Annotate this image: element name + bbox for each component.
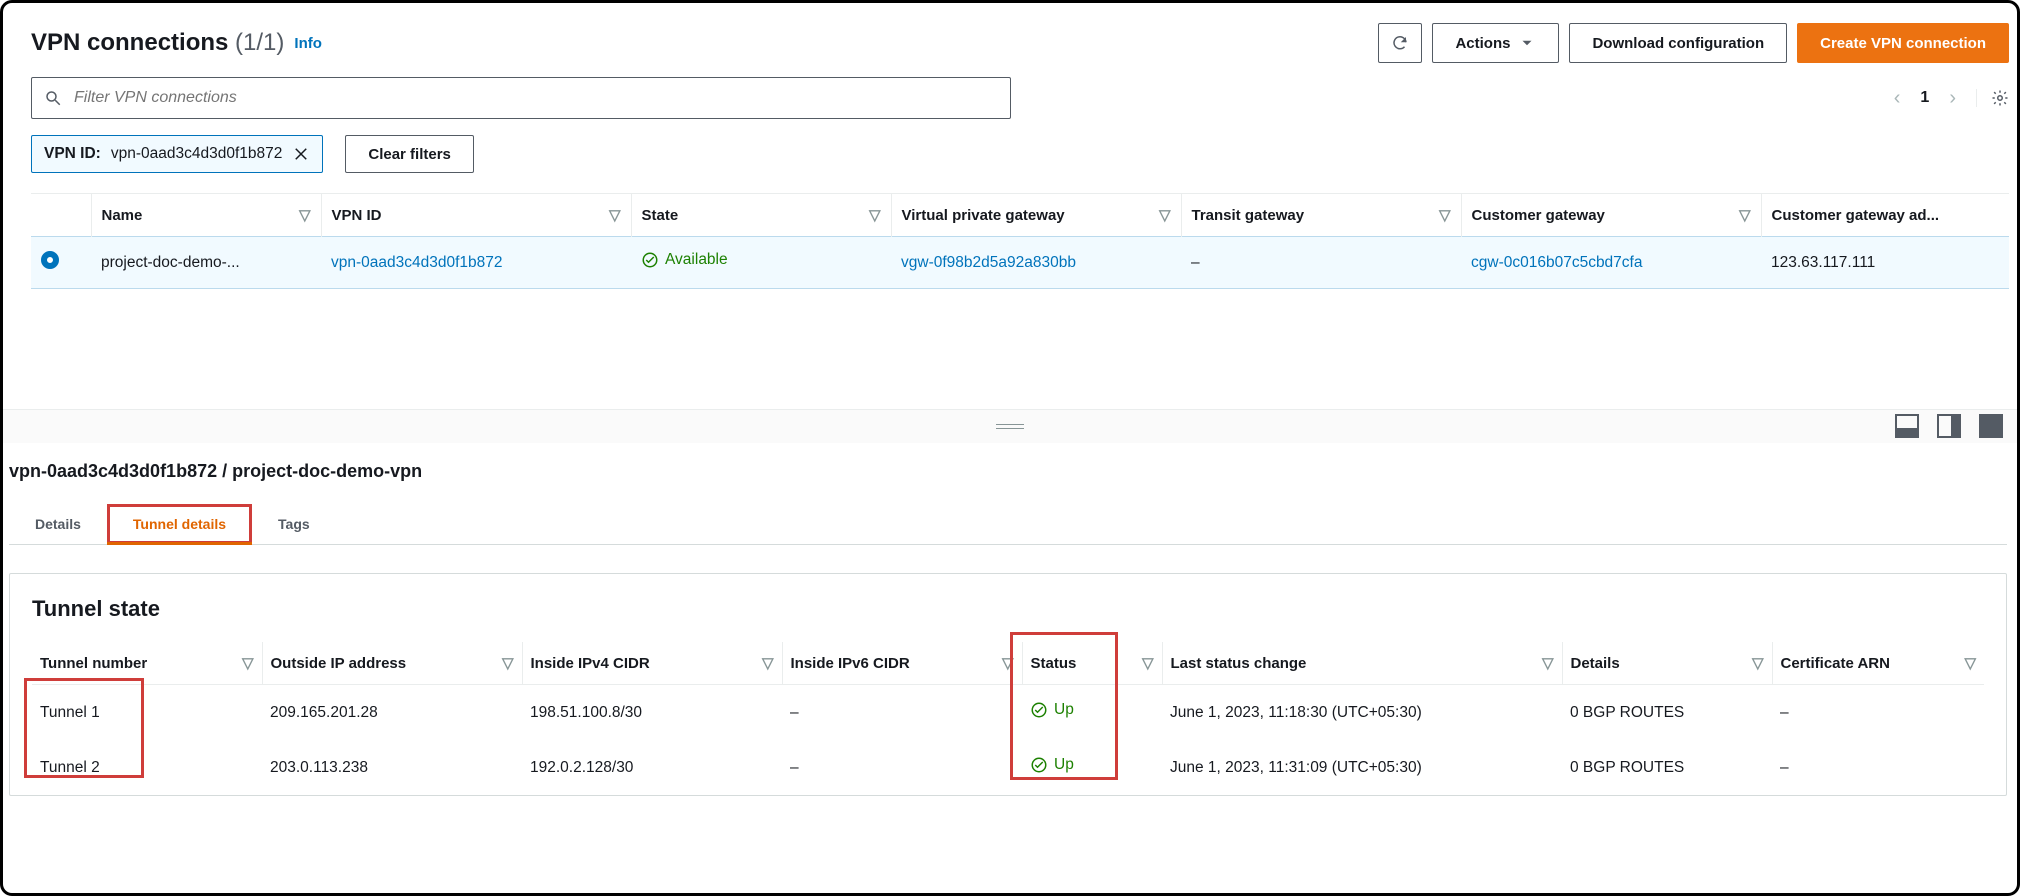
tcol-number[interactable]: Tunnel number▽ (32, 642, 262, 685)
sort-icon: ▽ (869, 206, 881, 224)
tunnel-details: 0 BGP ROUTES (1562, 685, 1772, 741)
tcol-last[interactable]: Last status change▽ (1162, 642, 1562, 685)
cell-vgw-link[interactable]: vgw-0f98b2d5a92a830bb (901, 254, 1076, 271)
sort-icon: ▽ (1439, 206, 1451, 224)
tunnel-status: Up (1030, 701, 1074, 719)
tunnel-number: Tunnel 1 (32, 685, 262, 741)
filter-chip-value: vpn-0aad3c4d3d0f1b872 (111, 145, 283, 163)
tunnel-details: 0 BGP ROUTES (1562, 740, 1772, 795)
tab-tags[interactable]: Tags (252, 504, 336, 544)
layout-bottom-button[interactable] (1895, 414, 1919, 438)
close-icon (292, 145, 310, 163)
refresh-icon (1391, 34, 1409, 52)
sort-icon: ▽ (1542, 654, 1554, 672)
check-circle-icon (1030, 756, 1048, 774)
filter-chip-key: VPN ID: (44, 145, 101, 163)
tunnel-cert: – (1772, 740, 1984, 795)
clear-filters-button[interactable]: Clear filters (345, 135, 474, 173)
create-vpn-button[interactable]: Create VPN connection (1797, 23, 2009, 63)
cell-state: Available (641, 251, 728, 269)
tcol-details[interactable]: Details▽ (1562, 642, 1772, 685)
tunnel-state-card: Tunnel state Tunnel number▽ Outside IP a… (9, 573, 2007, 796)
col-select (31, 194, 91, 237)
cell-cgw-addr: 123.63.117.111 (1761, 237, 2009, 289)
tunnel-status: Up (1030, 756, 1074, 774)
panel-splitter[interactable] (3, 409, 2017, 443)
sort-icon: ▽ (502, 654, 514, 672)
filter-input[interactable] (72, 88, 998, 108)
tcol-cert[interactable]: Certificate ARN▽ (1772, 642, 1984, 685)
cell-tgw: – (1181, 237, 1461, 289)
layout-side-button[interactable] (1937, 414, 1961, 438)
tunnel-last: June 1, 2023, 11:31:09 (UTC+05:30) (1162, 740, 1562, 795)
tunnel-inside6: – (782, 685, 1022, 741)
tcol-inside4[interactable]: Inside IPv4 CIDR▽ (522, 642, 782, 685)
search-icon (44, 89, 62, 107)
pager-prev[interactable]: ‹ (1894, 87, 1901, 110)
filter-search[interactable] (31, 77, 1011, 119)
cell-cgw-link[interactable]: cgw-0c016b07c5cbd7cfa (1471, 254, 1642, 271)
check-circle-icon (1030, 701, 1048, 719)
sort-icon: ▽ (1739, 206, 1751, 224)
tunnel-state-title: Tunnel state (32, 596, 1984, 622)
tunnel-inside4: 198.51.100.8/30 (522, 685, 782, 741)
tunnel-number: Tunnel 2 (32, 740, 262, 795)
detail-breadcrumb: vpn-0aad3c4d3d0f1b872 / project-doc-demo… (9, 461, 2007, 482)
tunnel-last: June 1, 2023, 11:18:30 (UTC+05:30) (1162, 685, 1562, 741)
pager-page: 1 (1920, 89, 1929, 107)
check-circle-icon (641, 251, 659, 269)
tunnel-row[interactable]: Tunnel 1 209.165.201.28 198.51.100.8/30 … (32, 685, 1984, 741)
caret-down-icon (1518, 34, 1536, 52)
sort-icon: ▽ (609, 206, 621, 224)
tunnel-outside: 209.165.201.28 (262, 685, 522, 741)
tunnel-inside6: – (782, 740, 1022, 795)
col-vgw[interactable]: Virtual private gateway▽ (891, 194, 1181, 237)
sort-icon: ▽ (1142, 654, 1154, 672)
table-row[interactable]: project-doc-demo-... vpn-0aad3c4d3d0f1b8… (31, 237, 2009, 289)
tunnel-cert: – (1772, 685, 1984, 741)
col-tgw[interactable]: Transit gateway▽ (1181, 194, 1461, 237)
download-config-button[interactable]: Download configuration (1569, 23, 1787, 63)
sort-icon: ▽ (1964, 654, 1976, 672)
col-name[interactable]: Name▽ (91, 194, 321, 237)
tcol-inside6[interactable]: Inside IPv6 CIDR▽ (782, 642, 1022, 685)
row-radio[interactable] (41, 251, 59, 269)
actions-button[interactable]: Actions (1432, 23, 1559, 63)
col-vpn-id[interactable]: VPN ID▽ (321, 194, 631, 237)
info-link[interactable]: Info (294, 35, 322, 52)
sort-icon: ▽ (1752, 654, 1764, 672)
sort-icon: ▽ (242, 654, 254, 672)
pager: ‹ 1 › (1894, 87, 2009, 110)
col-state[interactable]: State▽ (631, 194, 891, 237)
col-cgw[interactable]: Customer gateway▽ (1461, 194, 1761, 237)
page-title: VPN connections (1/1) (31, 29, 284, 57)
tcol-status[interactable]: Status▽ (1022, 642, 1162, 685)
table-settings-button[interactable] (1976, 89, 2009, 107)
refresh-button[interactable] (1378, 23, 1422, 63)
page-title-count: (1/1) (235, 29, 284, 56)
filter-chip-remove[interactable] (292, 145, 310, 163)
pager-next[interactable]: › (1949, 87, 1956, 110)
cell-name: project-doc-demo-... (91, 237, 321, 289)
page-title-text: VPN connections (31, 29, 228, 56)
sort-icon: ▽ (762, 654, 774, 672)
sort-icon: ▽ (1159, 206, 1171, 224)
filter-chip-vpn-id[interactable]: VPN ID: vpn-0aad3c4d3d0f1b872 (31, 135, 323, 173)
tab-details[interactable]: Details (9, 504, 107, 544)
gear-icon (1991, 89, 2009, 107)
actions-button-label: Actions (1455, 35, 1510, 52)
cell-vpn-id-link[interactable]: vpn-0aad3c4d3d0f1b872 (331, 254, 503, 271)
sort-icon: ▽ (299, 206, 311, 224)
tab-tunnel-details[interactable]: Tunnel details (107, 504, 252, 544)
sort-icon: ▽ (1002, 654, 1014, 672)
layout-full-button[interactable] (1979, 414, 2003, 438)
tunnel-outside: 203.0.113.238 (262, 740, 522, 795)
grip-icon (996, 424, 1024, 429)
tunnel-inside4: 192.0.2.128/30 (522, 740, 782, 795)
col-cgw-addr[interactable]: Customer gateway ad... (1761, 194, 2009, 237)
tunnel-row[interactable]: Tunnel 2 203.0.113.238 192.0.2.128/30 – … (32, 740, 1984, 795)
tcol-outside[interactable]: Outside IP address▽ (262, 642, 522, 685)
